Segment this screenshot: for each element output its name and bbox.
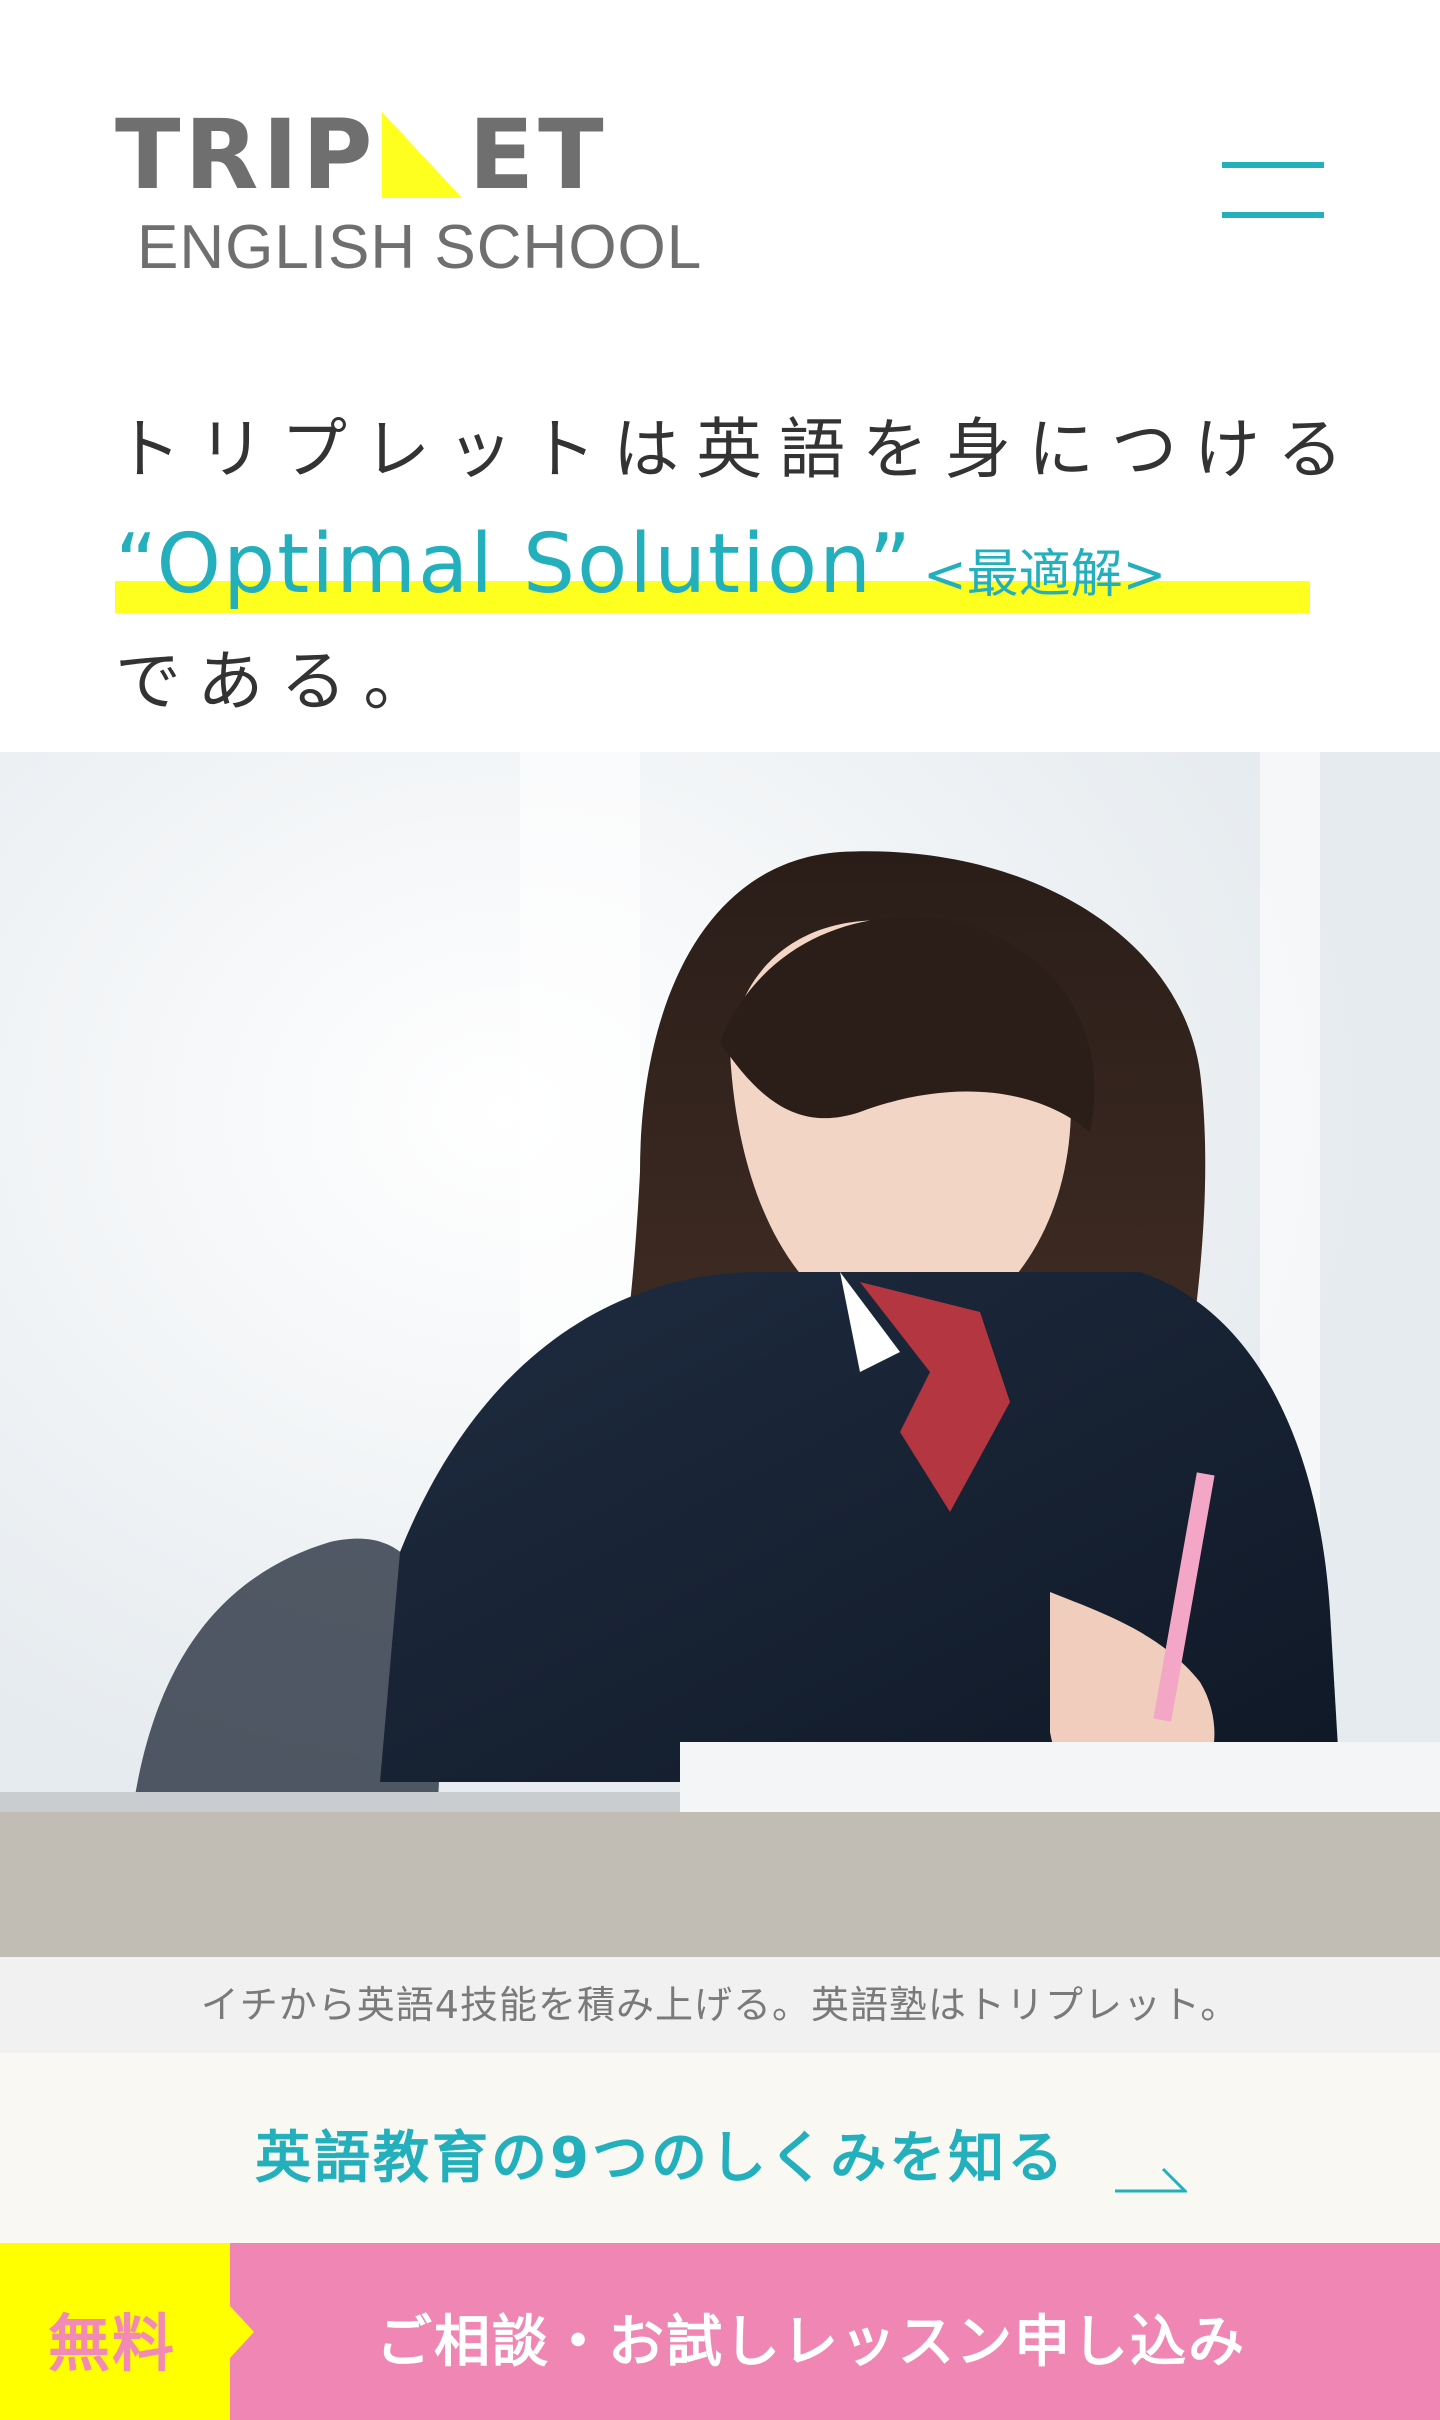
logo-word-right: ET — [468, 99, 608, 211]
hamburger-icon-line — [1222, 162, 1324, 168]
caption-bar: イチから英語4技能を積み上げる。英語塾はトリプレット。 — [0, 1957, 1440, 2053]
cta-main-label: ご相談・お試しレッスン申し込み — [376, 2310, 1246, 2375]
cta-free-badge: 無料 — [0, 2243, 230, 2420]
learn-system-link[interactable]: 英語教育の9つのしくみを知る — [0, 2053, 1440, 2243]
hero-photo — [0, 752, 1440, 1957]
site-header: TRIP ET ENGLISH SCHOOL — [0, 0, 1440, 330]
hero-line-1: トリプレットは英語を身につける — [115, 411, 1360, 488]
hero-line-3: である。 — [115, 643, 447, 720]
cta-main-area: ご相談・お試しレッスン申し込み — [230, 2243, 1440, 2420]
logo-word-left: TRIP — [115, 99, 377, 211]
site-logo[interactable]: TRIP ET ENGLISH SCHOOL — [115, 99, 735, 282]
arrow-right-icon — [1115, 2167, 1187, 2193]
cta-pointer-icon — [230, 2306, 254, 2358]
saiteki-text: <最適解> — [923, 545, 1167, 605]
optimal-solution-text: “Optimal Solution” — [115, 517, 914, 612]
cta-free-label: 無料 — [48, 2307, 177, 2380]
learn-system-label: 英語教育の9つのしくみを知る — [255, 2126, 1067, 2191]
student-illustration — [0, 752, 1440, 1957]
trial-lesson-cta-button[interactable]: ご相談・お試しレッスン申し込み 無料 — [0, 2243, 1440, 2420]
logo-subtitle: ENGLISH SCHOOL — [137, 213, 703, 282]
hamburger-menu-button[interactable] — [1222, 160, 1324, 220]
logo-triangle-icon — [382, 112, 463, 198]
hero-line-2: “Optimal Solution” <最適解> — [115, 517, 1335, 617]
hamburger-icon-line — [1222, 212, 1324, 218]
logo-wordmark: TRIP ET — [115, 99, 608, 211]
hero-headline: トリプレットは英語を身につける “Optimal Solution” <最適解> … — [115, 405, 1360, 727]
